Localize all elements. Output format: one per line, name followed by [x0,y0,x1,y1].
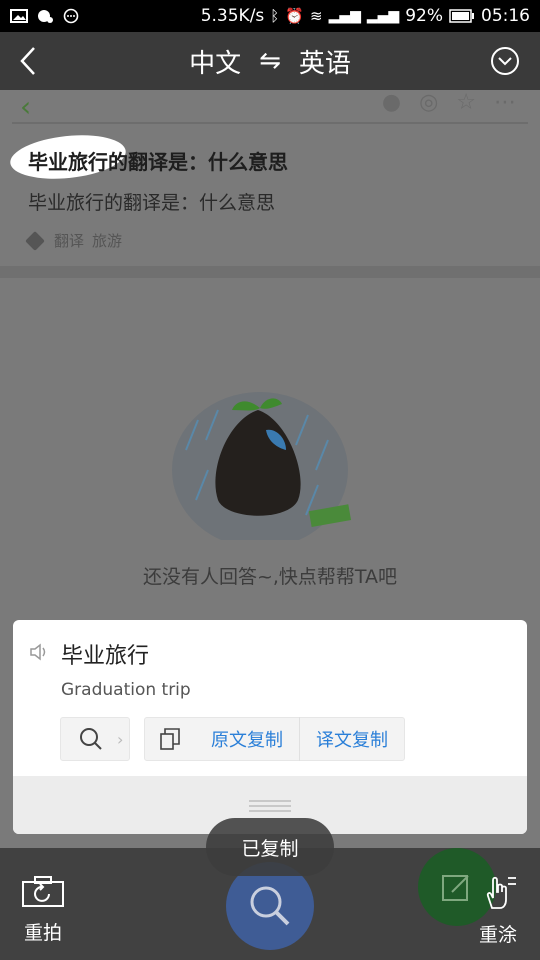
translated-text: Graduation trip [61,680,191,700]
search-icon [250,886,290,926]
back-icon[interactable] [14,44,42,78]
question-title-text: 毕业旅行的翻译是：什么意思 [28,150,288,174]
copy-icon [145,727,195,751]
dropdown-circle-icon[interactable] [490,46,520,76]
source-text: 毕业旅行 [61,644,150,669]
camera-rotate-icon [22,876,64,907]
ghost-back-icon: ‹ [20,90,32,123]
battery-percent: 92% [405,6,443,26]
status-right: 5.35K/s ᛒ ⏰ ≋ ▂▄▆ ▂▄▆ 92% 05:16 [201,6,530,26]
divider [12,122,528,124]
translation-card: 毕业旅行 Graduation trip › 原文复制 译文复制 [13,620,527,834]
repaint-label: 重涂 [478,924,517,946]
moments-icon: ◎ [419,90,439,115]
ghost-toolbar: ‹ ● ◎ ☆ ⋯ [0,90,540,123]
edit-icon [442,875,469,901]
copy-translation-button[interactable]: 译文复制 [300,717,404,761]
tag: 翻译 [54,232,85,250]
lookup-button[interactable]: › [60,717,130,761]
image-icon [10,9,28,23]
alarm-icon: ⏰ [285,7,304,25]
section-band [0,266,540,278]
more-dots-icon [63,8,79,24]
status-left [10,8,80,24]
star-icon: ☆ [456,90,476,115]
language-switcher: 中文 ⇋ 英语 [189,43,351,80]
repaint-button[interactable]: 重涂 [476,874,520,947]
search-icon [80,728,102,750]
chat-icon [38,10,53,23]
clock: 05:16 [481,6,530,26]
question-tags: 翻译 旅游 [25,230,123,251]
ghost-toolbar-icons: ● ◎ ☆ ⋯ [382,90,516,115]
question-subtitle: 毕业旅行的翻译是：什么意思 [28,192,276,214]
hand-paint-icon [486,876,516,909]
chevron-right-icon: › [117,729,124,749]
drag-handle-icon[interactable] [249,800,291,815]
battery-icon [449,9,474,23]
tag-icon [25,230,45,251]
copy-button-group: 原文复制 译文复制 [144,717,405,761]
swap-language-icon[interactable]: ⇋ [259,46,281,76]
translate-header: 中文 ⇋ 英语 [0,32,540,90]
retake-button[interactable]: 重拍 [20,874,66,945]
target-language[interactable]: 英语 [299,43,351,80]
copied-toast: 已复制 [206,818,334,876]
question-title: 毕业旅行的翻译是：什么意思 [8,130,288,184]
tag: 旅游 [92,232,123,250]
signal-icon-1: ▂▄▆ [328,8,361,24]
source-language[interactable]: 中文 [189,43,241,80]
empty-answer-text: 还没有人回答~,快点帮帮TA吧 [142,566,398,588]
speaker-icon[interactable] [28,642,50,662]
bluetooth-icon: ᛒ [270,7,280,25]
overflow-icon: ⋯ [494,90,516,115]
signal-icon-2: ▂▄▆ [366,8,400,24]
network-speed: 5.35K/s [200,6,265,26]
status-bar: 5.35K/s ᛒ ⏰ ≋ ▂▄▆ ▂▄▆ 92% 05:16 [0,0,540,32]
empty-state-illustration [172,392,352,540]
retake-label: 重拍 [23,922,62,944]
card-actions: › 原文复制 译文复制 [60,717,405,761]
copy-source-button[interactable]: 原文复制 [195,717,299,761]
wifi-icon: ≋ [310,7,323,25]
wechat-icon: ● [381,90,402,115]
